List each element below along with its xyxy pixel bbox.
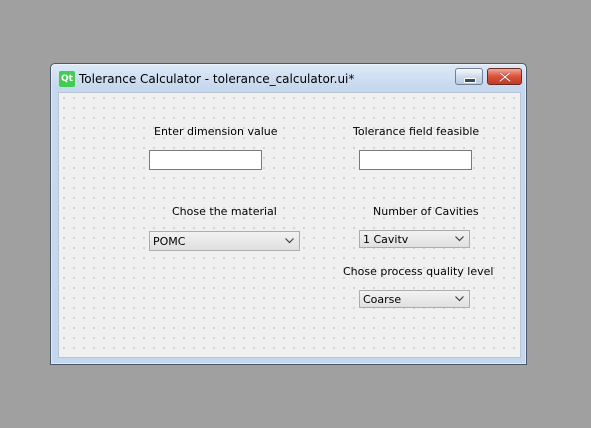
chevron-down-icon	[285, 238, 294, 244]
window-title: Tolerance Calculator - tolerance_calcula…	[79, 72, 355, 86]
minimize-icon	[464, 78, 476, 83]
qt-logo-icon: Qt	[59, 71, 75, 87]
cavities-selected-value: 1 Cavitv	[363, 233, 409, 246]
form-canvas[interactable]: Enter dimension value Tolerance field fe…	[58, 92, 521, 358]
quality-label: Chose process quality level	[343, 265, 494, 278]
dimension-input[interactable]	[149, 150, 262, 170]
chevron-down-icon	[455, 296, 464, 302]
material-select[interactable]: POMC	[149, 231, 300, 251]
tolerance-input[interactable]	[359, 150, 472, 170]
tolerance-label: Tolerance field feasible	[353, 125, 480, 138]
dimension-label: Enter dimension value	[154, 125, 278, 138]
material-label: Chose the material	[172, 205, 277, 218]
minimize-button[interactable]	[455, 68, 483, 85]
close-button[interactable]	[487, 68, 522, 85]
cavities-label: Number of Cavities	[373, 205, 479, 218]
chevron-down-icon	[455, 236, 464, 242]
cavities-select[interactable]: 1 Cavitv	[359, 230, 470, 248]
title-bar[interactable]: Qt Tolerance Calculator - tolerance_calc…	[51, 64, 526, 92]
quality-selected-value: Coarse	[363, 293, 402, 306]
designer-window: Qt Tolerance Calculator - tolerance_calc…	[50, 63, 527, 365]
close-icon	[499, 72, 511, 82]
quality-select[interactable]: Coarse	[359, 290, 470, 308]
material-selected-value: POMC	[153, 235, 186, 248]
